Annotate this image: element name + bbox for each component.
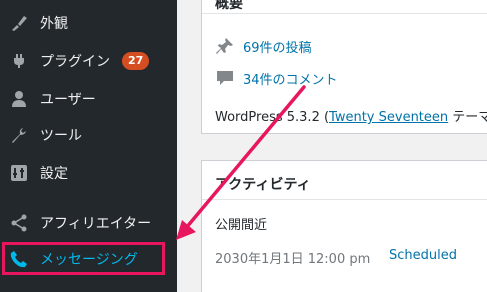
at-a-glance-widget: 概要 69件の投稿 34件のコメント WordPress 5.3.2 (Twen…: [201, 0, 487, 134]
sidebar-item-plugins[interactable]: プラグイン 27: [0, 44, 177, 78]
messaging-highlight-box: [2, 242, 165, 275]
content-gutter: [177, 0, 201, 292]
comments-count-text: 34件のコメント: [243, 72, 338, 88]
sidebar-item-appearance[interactable]: 外観: [0, 6, 177, 40]
scheduled-date: 2030年1月1日 12:00 pm: [215, 252, 371, 267]
scheduled-post-row: 2030年1月1日 12:00 pm Scheduled: [215, 248, 457, 267]
sidebar-item-tools[interactable]: ツール: [0, 118, 177, 152]
sidebar-item-affiliator[interactable]: アフィリエイター: [0, 206, 177, 240]
scheduled-status-link[interactable]: Scheduled: [389, 248, 457, 263]
paintbrush-icon: [9, 13, 29, 33]
wp-version-text: WordPress 5.3.2 (: [215, 110, 330, 125]
sidebar-item-settings[interactable]: 設定: [0, 156, 177, 190]
widget-divider: [202, 199, 487, 200]
posts-count-text: 69件の投稿: [243, 40, 312, 56]
posts-count-link[interactable]: 69件の投稿: [215, 36, 312, 56]
widget-title: 概要: [215, 0, 243, 12]
wp-admin-screen: 外観 プラグイン 27 ユーザー ツール 設定 アフィリエイター メッセージング…: [0, 0, 487, 292]
sidebar-item-label: ユーザー: [40, 92, 96, 108]
wrench-icon: [9, 125, 29, 145]
sidebar-item-label: アフィリエイター: [40, 216, 152, 232]
update-count-badge: 27: [122, 52, 150, 70]
widget-title: アクティビティ: [215, 177, 311, 193]
wp-version-line: WordPress 5.3.2 (Twenty Seventeen テーマ: [215, 106, 487, 125]
sidebar-item-label: ツール: [40, 128, 82, 144]
comments-count-link[interactable]: 34件のコメント: [215, 68, 338, 88]
activity-widget: アクティビティ 公開間近 2030年1月1日 12:00 pm Schedule…: [201, 160, 487, 292]
admin-sidebar: 外観 プラグイン 27 ユーザー ツール 設定 アフィリエイター メッセージング: [0, 0, 177, 292]
comment-icon: [215, 68, 235, 88]
user-icon: [9, 89, 29, 109]
share-icon: [9, 213, 29, 233]
settings-icon: [9, 163, 29, 183]
widget-divider: [202, 13, 487, 14]
theme-link[interactable]: Twenty Seventeen: [329, 110, 448, 125]
publishing-soon-heading: 公開間近: [215, 218, 268, 233]
sidebar-item-label: 設定: [40, 166, 68, 182]
plugin-icon: [9, 51, 29, 71]
sidebar-item-label: 外観: [40, 16, 68, 32]
sidebar-item-label: プラグイン: [40, 54, 110, 70]
sidebar-item-users[interactable]: ユーザー: [0, 82, 177, 116]
theme-suffix: テーマ: [448, 110, 487, 125]
pin-icon: [215, 36, 235, 56]
